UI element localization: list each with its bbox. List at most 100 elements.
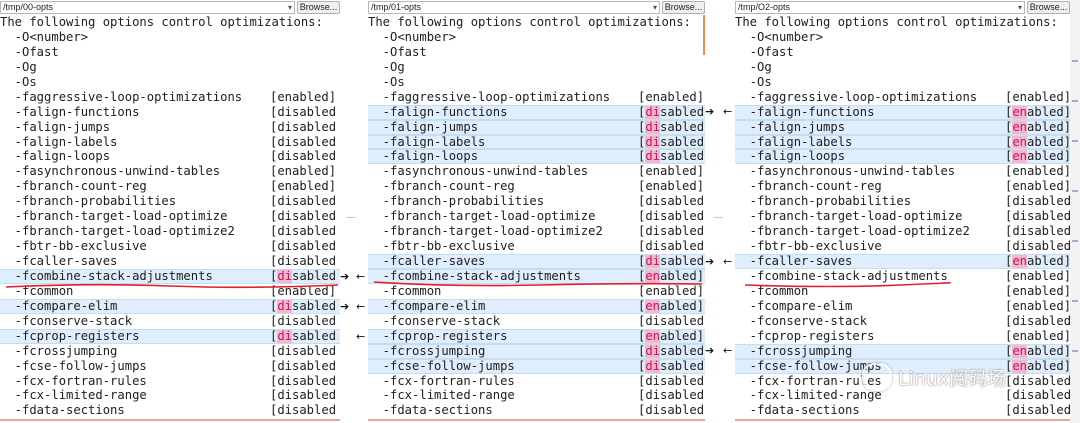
overview-change-mark	[1072, 60, 1078, 62]
header-line: The following options control optimizati…	[368, 15, 705, 30]
option-name: -fcx-limited-range	[0, 388, 147, 403]
option-name: -falign-jumps	[735, 119, 846, 134]
option-line: -fbranch-target-load-optimize2 [disabled	[0, 224, 340, 239]
diff-gutter-left: ➔ ← ➔ ← ← —	[340, 0, 368, 423]
option-name: -fcombine-stack-adjustments	[735, 268, 948, 283]
option-name: -fcrossjumping	[368, 343, 486, 358]
option-state: [enabled]	[270, 179, 337, 194]
option-line: -fconserve-stack [disabled	[368, 314, 705, 329]
option-state: [disabled	[270, 134, 337, 149]
arrow-right-icon[interactable]: ➔	[705, 254, 714, 269]
arrow-left-icon[interactable]: ←	[356, 329, 365, 344]
arrow-left-icon[interactable]: ←	[356, 269, 365, 284]
watermark: Linux阅码场	[862, 360, 1006, 394]
changed-chars: di	[277, 328, 293, 343]
option-state: [disabled	[270, 268, 337, 283]
chevron-down-icon[interactable]: ▾	[653, 1, 657, 14]
option-line: -fcombine-stack-adjustments [enabled]	[735, 269, 1070, 284]
option-line: -fbranch-target-load-optimize2 [disabled	[368, 224, 705, 239]
browse-button[interactable]: Browse...	[662, 1, 705, 14]
option-state: [disabled	[1005, 194, 1070, 209]
browse-button[interactable]: Browse...	[1027, 1, 1070, 14]
arrow-left-icon[interactable]: ←	[723, 254, 732, 269]
option-name: -fcommon	[368, 283, 442, 298]
arrow-left-icon[interactable]: ←	[356, 299, 365, 314]
option-state: [enabled]	[638, 283, 705, 298]
option-state: [disabled	[1005, 388, 1070, 403]
arrow-right-icon[interactable]: ➔	[340, 299, 349, 314]
file-path-text: /tmp/O2-opts	[738, 2, 791, 12]
option-name: -fcommon	[0, 283, 74, 298]
option-name: -fdata-sections	[735, 403, 860, 418]
option-line: -fcx-fortran-rules [disabled	[0, 374, 340, 389]
file-path-combo[interactable]: /tmp/00-opts ▾	[0, 1, 295, 14]
arrow-right-icon[interactable]: ➔	[340, 269, 349, 284]
option-state: [enabled]	[1005, 119, 1070, 134]
option-name: -fcrossjumping	[0, 343, 118, 358]
option-state: [disabled	[638, 209, 705, 224]
option-line: -fcse-follow-jumps [disabled	[0, 359, 340, 374]
option-name: -fasynchronous-unwind-tables	[735, 164, 956, 179]
option-line: -Os	[0, 75, 340, 90]
file-path-combo[interactable]: /tmp/01-opts ▾	[368, 1, 660, 14]
option-line: -fbranch-count-reg [enabled]	[368, 179, 705, 194]
option-state: [enabled]	[1005, 343, 1070, 358]
option-name: -fcx-fortran-rules	[0, 373, 147, 388]
option-name: -Ofast	[735, 44, 794, 59]
option-line: -fcprop-registers [enabled]	[735, 329, 1070, 344]
option-name: -falign-jumps	[368, 119, 479, 134]
option-name: -fcombine-stack-adjustments	[368, 268, 581, 283]
option-state: [enabled]	[1005, 164, 1070, 179]
option-line: -fcprop-registers [disabled	[0, 328, 340, 344]
arrow-right-icon[interactable]: ➔	[705, 343, 714, 358]
browse-button[interactable]: Browse...	[297, 1, 340, 14]
arrow-right-icon[interactable]: ➔	[705, 104, 714, 119]
option-line: -fasynchronous-unwind-tables [enabled]	[735, 164, 1070, 179]
option-line: -falign-jumps [enabled]	[735, 119, 1070, 135]
chevron-down-icon[interactable]: ▾	[288, 1, 292, 14]
option-state: [disabled	[270, 149, 337, 164]
changed-chars: di	[645, 343, 661, 358]
option-name: -fcaller-saves	[735, 254, 853, 268]
option-name: -fbtr-bb-exclusive	[368, 239, 515, 254]
file-path-text: /tmp/00-opts	[3, 2, 54, 12]
file-path-combo[interactable]: /tmp/O2-opts ▾	[735, 1, 1025, 14]
option-name: -O<number>	[735, 29, 824, 44]
option-name: -falign-functions	[0, 104, 140, 119]
path-bar: /tmp/01-opts ▾ Browse...	[368, 0, 705, 15]
arrow-left-icon[interactable]: ←	[723, 343, 732, 358]
diff-overview-scrollbar[interactable]	[1070, 0, 1080, 423]
diff-gutter-right: ➔ ← ➔ ← ➔ ← —	[705, 0, 735, 423]
option-state: [enabled]	[638, 298, 705, 313]
option-line: -fbranch-target-load-optimize [disabled	[0, 209, 340, 224]
option-name: -fcse-follow-jumps	[368, 358, 515, 373]
option-state: [disabled	[638, 224, 705, 239]
option-state: [disabled	[270, 343, 337, 358]
option-state: [disabled	[270, 119, 337, 134]
option-name: The following options control optimizati…	[0, 15, 323, 29]
option-line: -fconserve-stack [disabled	[735, 314, 1070, 329]
option-state: [disabled	[1005, 373, 1070, 388]
text-view[interactable]: The following options control optimizati…	[735, 15, 1070, 418]
option-name: -falign-loops	[735, 149, 846, 164]
text-view[interactable]: The following options control optimizati…	[368, 15, 705, 418]
header-line: The following options control optimizati…	[735, 15, 1070, 30]
option-name: -fbtr-bb-exclusive	[0, 239, 147, 254]
option-name: -fbranch-probabilities	[735, 194, 912, 209]
arrow-left-icon[interactable]: ←	[723, 104, 732, 119]
option-line: -Os	[735, 75, 1070, 90]
option-state: [disabled	[638, 388, 705, 403]
changed-chars: di	[277, 298, 293, 313]
option-state: [enabled]	[1005, 268, 1070, 283]
option-name: -fcse-follow-jumps	[735, 358, 882, 373]
option-name: The following options control optimizati…	[735, 15, 1058, 29]
text-view[interactable]: The following options control optimizati…	[0, 15, 340, 418]
option-state: [disabled	[270, 254, 337, 268]
option-line: -fbranch-probabilities [disabled	[735, 194, 1070, 209]
option-name: -fbranch-count-reg	[0, 179, 147, 194]
option-state: [disabled	[638, 403, 705, 418]
option-line: -fcompare-elim [enabled]	[368, 298, 705, 314]
option-line: -Og	[368, 60, 705, 75]
chevron-down-icon[interactable]: ▾	[1018, 1, 1022, 14]
option-line: -fcx-fortran-rules [disabled	[368, 374, 705, 389]
